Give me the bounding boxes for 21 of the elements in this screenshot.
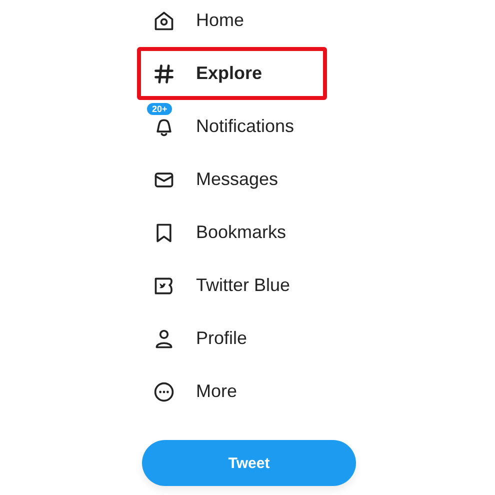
more-icon xyxy=(153,380,175,402)
nav-label: Twitter Blue xyxy=(196,275,290,296)
nav-item[interactable]: Messages xyxy=(137,153,327,206)
nav-label: Profile xyxy=(196,328,248,349)
count-badge: 20+ xyxy=(146,102,174,116)
nav-label: Notifications xyxy=(196,116,294,137)
nav-item[interactable]: Bookmarks xyxy=(137,206,327,259)
nav-item[interactable]: Explore xyxy=(137,47,327,100)
nav-item[interactable]: Twitter Blue xyxy=(137,259,327,312)
nav-label: Bookmarks xyxy=(196,222,286,243)
nav-item[interactable]: More xyxy=(137,365,327,418)
nav-item[interactable]: Profile xyxy=(137,312,327,365)
nav-item[interactable]: 20+ Notifications xyxy=(137,100,327,153)
nav-label: More xyxy=(196,381,238,402)
home-icon xyxy=(153,10,175,32)
hashtag-icon xyxy=(153,62,175,84)
nav-label: Messages xyxy=(196,169,278,190)
person-icon xyxy=(153,328,175,350)
nav-item[interactable]: Home xyxy=(137,0,327,47)
nav-label: Home xyxy=(196,10,244,31)
nav-label: Explore xyxy=(196,63,262,84)
